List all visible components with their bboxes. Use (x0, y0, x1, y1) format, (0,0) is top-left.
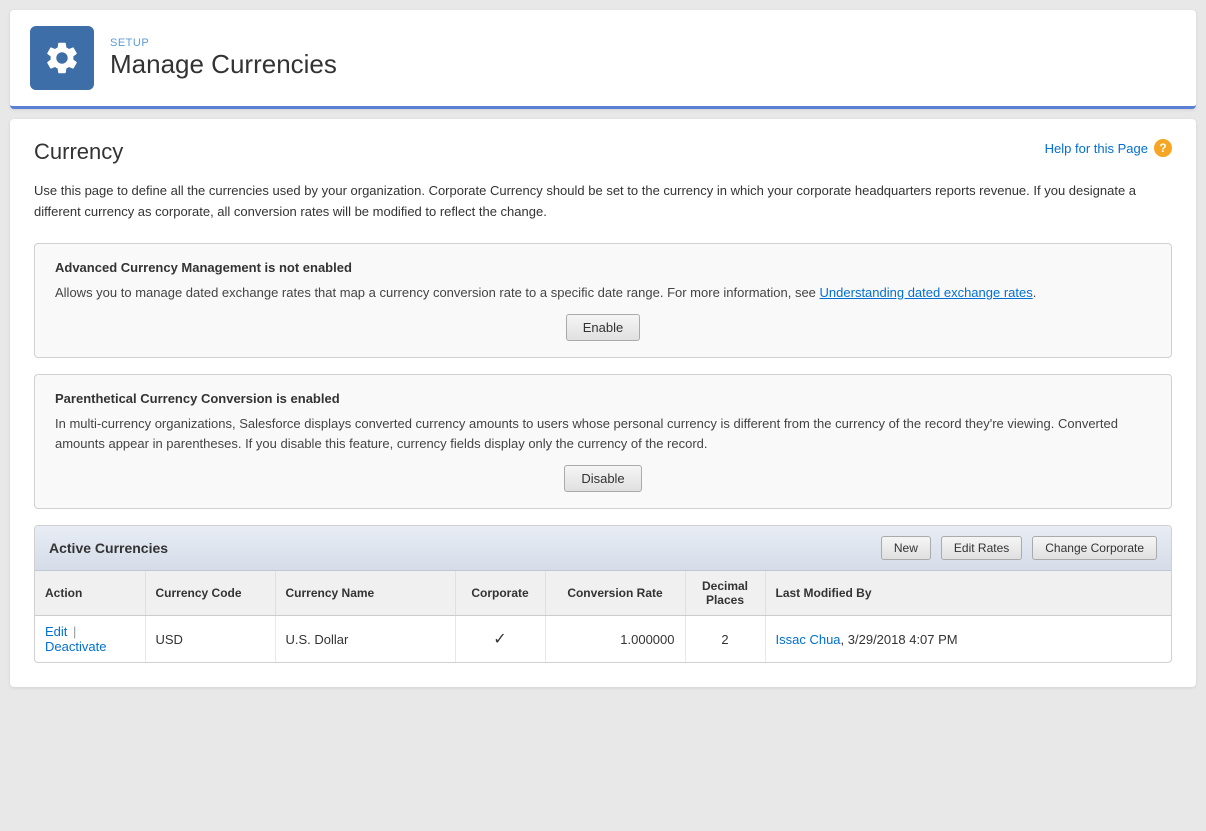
page-title-row: Currency Help for this Page ? (34, 139, 1172, 165)
cell-currency-name: U.S. Dollar (275, 616, 455, 663)
setup-label: SETUP (110, 37, 337, 49)
acm-title: Advanced Currency Management is not enab… (55, 260, 1151, 275)
col-header-corporate: Corporate (455, 571, 545, 616)
edit-rates-button[interactable]: Edit Rates (941, 536, 1022, 560)
col-header-rate: Conversion Rate (545, 571, 685, 616)
table-header-row: Action Currency Code Currency Name Corpo… (35, 571, 1171, 616)
pcc-title: Parenthetical Currency Conversion is ena… (55, 391, 1151, 406)
new-button[interactable]: New (881, 536, 931, 560)
col-header-action: Action (35, 571, 145, 616)
acm-body-text: Allows you to manage dated exchange rate… (55, 285, 816, 300)
page-description: Use this page to define all the currenci… (34, 181, 1172, 223)
action-separator: | (73, 624, 76, 639)
help-link[interactable]: Help for this Page ? (1045, 139, 1172, 157)
col-header-decimal: DecimalPlaces (685, 571, 765, 616)
modified-by-link[interactable]: Issac Chua (776, 632, 841, 647)
active-currencies-section: Active Currencies New Edit Rates Change … (34, 525, 1172, 663)
deactivate-link[interactable]: Deactivate (45, 639, 106, 654)
pcc-btn-row: Disable (55, 465, 1151, 492)
cell-modified-by: Issac Chua, 3/29/2018 4:07 PM (765, 616, 1171, 663)
col-header-code: Currency Code (145, 571, 275, 616)
gear-icon (43, 39, 81, 77)
corporate-checkmark: ✓ (493, 631, 506, 648)
cell-conversion-rate: 1.000000 (545, 616, 685, 663)
col-header-modified: Last Modified By (765, 571, 1171, 616)
edit-link[interactable]: Edit (45, 624, 67, 639)
page-title: Currency (34, 139, 123, 165)
section-header: Active Currencies New Edit Rates Change … (35, 526, 1171, 571)
enable-button[interactable]: Enable (566, 314, 640, 341)
cell-corporate: ✓ (455, 616, 545, 663)
acm-box: Advanced Currency Management is not enab… (34, 243, 1172, 359)
acm-body: Allows you to manage dated exchange rate… (55, 283, 1151, 303)
cell-action: Edit | Deactivate (35, 616, 145, 663)
table-row: Edit | Deactivate USD U.S. Dollar ✓ 1.00… (35, 616, 1171, 663)
main-content: Currency Help for this Page ? Use this p… (10, 119, 1196, 687)
acm-btn-row: Enable (55, 314, 1151, 341)
cell-currency-code: USD (145, 616, 275, 663)
acm-link[interactable]: Understanding dated exchange rates (820, 285, 1033, 300)
help-icon: ? (1154, 139, 1172, 157)
setup-icon (30, 26, 94, 90)
help-link-text: Help for this Page (1045, 141, 1148, 156)
change-corporate-button[interactable]: Change Corporate (1032, 536, 1157, 560)
currencies-table: Action Currency Code Currency Name Corpo… (35, 571, 1171, 662)
acm-period: . (1033, 285, 1037, 300)
page-header: SETUP Manage Currencies (10, 10, 1196, 109)
modified-date: , 3/29/2018 4:07 PM (841, 632, 958, 647)
page-main-title: Manage Currencies (110, 49, 337, 80)
header-text: SETUP Manage Currencies (110, 37, 337, 80)
section-title: Active Currencies (49, 540, 871, 556)
col-header-name: Currency Name (275, 571, 455, 616)
pcc-body: In multi-currency organizations, Salesfo… (55, 414, 1151, 453)
pcc-box: Parenthetical Currency Conversion is ena… (34, 374, 1172, 509)
cell-decimal-places: 2 (685, 616, 765, 663)
disable-button[interactable]: Disable (564, 465, 641, 492)
